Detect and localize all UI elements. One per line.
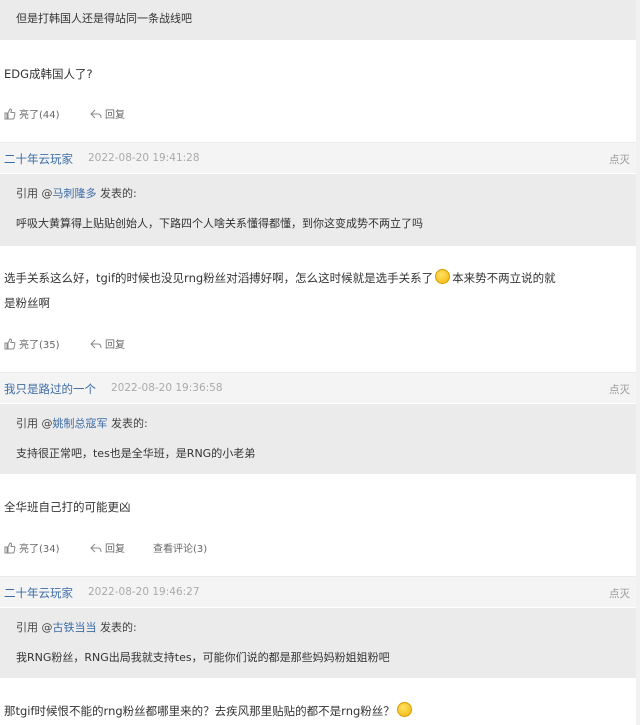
reply-label: 回复 — [105, 340, 125, 351]
reply-body: 那tgif时候恨不能的rng粉丝都哪里来的？去疾风那里贴贴的都不是rng粉丝？ — [4, 702, 414, 719]
dianmie-button[interactable]: 点灭 — [609, 382, 630, 397]
quote-block: 引用 @马刺隆多 发表的: 呼吸大黄算得上贴贴创始人，下路四个人啥关系懂得都懂，… — [0, 174, 636, 246]
reply-arrow-icon — [90, 108, 102, 120]
quote-block: 引用 @姚制总寇军 发表的: 支持很正常吧，tes也是全华班，是RNG的小老弟 — [0, 404, 636, 474]
quote-block: 引用 @古铁当当 发表的: 我RNG粉丝，RNG出局我就支持tes，可能你们说的… — [0, 608, 636, 678]
reply-arrow-icon — [90, 542, 102, 554]
quote-header: 引用 @古铁当当 发表的: — [16, 621, 137, 634]
like-count: 亮了(35) — [19, 340, 60, 351]
view-comments-link[interactable]: 查看评论(3) — [153, 540, 207, 555]
dianmie-button[interactable]: 点灭 — [609, 586, 630, 601]
reply-body: 选手关系这么好，tgif的时候也没见rng粉丝对滔搏好啊，怎么这时候就是选手关系… — [4, 269, 556, 285]
like-button[interactable]: 亮了(34) — [4, 540, 60, 555]
view-comments-label: 查看评论(3) — [153, 544, 208, 555]
reply-body: EDG成韩国人了? — [4, 67, 93, 81]
reply-meta-row: 我只是路过的一个 2022-08-20 19:36:58 点灭 — [0, 372, 636, 403]
reply-label: 回复 — [105, 544, 125, 555]
post-time: 2022-08-20 19:46:27 — [88, 586, 200, 598]
quote-header: 引用 @马刺隆多 发表的: — [16, 187, 137, 200]
like-button[interactable]: 亮了(44) — [4, 106, 60, 121]
reply-body: 全华班自己打的可能更凶 — [4, 500, 131, 514]
thumbs-up-icon — [4, 541, 16, 554]
reply-body-line: 是粉丝啊 — [4, 296, 50, 310]
quote-header: 引用 @姚制总寇军 发表的: — [16, 417, 148, 430]
quote-text: 但是打韩国人还是得站同一条战线吧 — [16, 12, 192, 25]
author-name[interactable]: 二十年云玩家 — [4, 151, 73, 167]
author-name[interactable]: 二十年云玩家 — [4, 585, 73, 601]
post-time: 2022-08-20 19:36:58 — [111, 382, 223, 394]
quote-text: 支持很正常吧，tes也是全华班，是RNG的小老弟 — [16, 447, 256, 460]
post-time: 2022-08-20 19:41:28 — [88, 152, 200, 164]
quoted-user-link[interactable]: 姚制总寇军 — [53, 417, 108, 430]
emoji-icon — [396, 702, 412, 717]
like-button[interactable]: 亮了(35) — [4, 336, 60, 351]
author-name[interactable]: 我只是路过的一个 — [4, 381, 96, 397]
reply-label: 回复 — [105, 110, 125, 121]
thumbs-up-icon — [4, 337, 16, 350]
quote-block: 但是打韩国人还是得站同一条战线吧 — [0, 0, 636, 40]
reply-meta-row: 二十年云玩家 2022-08-20 19:46:27 点灭 — [0, 576, 636, 607]
thumbs-up-icon — [4, 107, 16, 120]
scrollbar[interactable] — [636, 0, 640, 725]
quoted-user-link[interactable]: 马刺隆多 — [53, 187, 97, 200]
like-count: 亮了(34) — [19, 544, 60, 555]
like-count: 亮了(44) — [19, 110, 60, 121]
reply-arrow-icon — [90, 338, 102, 350]
emoji-icon — [435, 269, 451, 284]
reply-button[interactable]: 回复 — [90, 106, 125, 121]
reply-meta-row: 二十年云玩家 2022-08-20 19:41:28 点灭 — [0, 142, 636, 173]
reply-button[interactable]: 回复 — [90, 540, 125, 555]
reply-button[interactable]: 回复 — [90, 336, 125, 351]
quoted-user-link[interactable]: 古铁当当 — [53, 621, 97, 634]
quote-text: 我RNG粉丝，RNG出局我就支持tes，可能你们说的都是那些妈妈粉姐姐粉吧 — [16, 651, 390, 664]
quote-text: 呼吸大黄算得上贴贴创始人，下路四个人啥关系懂得都懂，到你这变成势不两立了吗 — [16, 217, 423, 230]
dianmie-button[interactable]: 点灭 — [609, 152, 630, 167]
